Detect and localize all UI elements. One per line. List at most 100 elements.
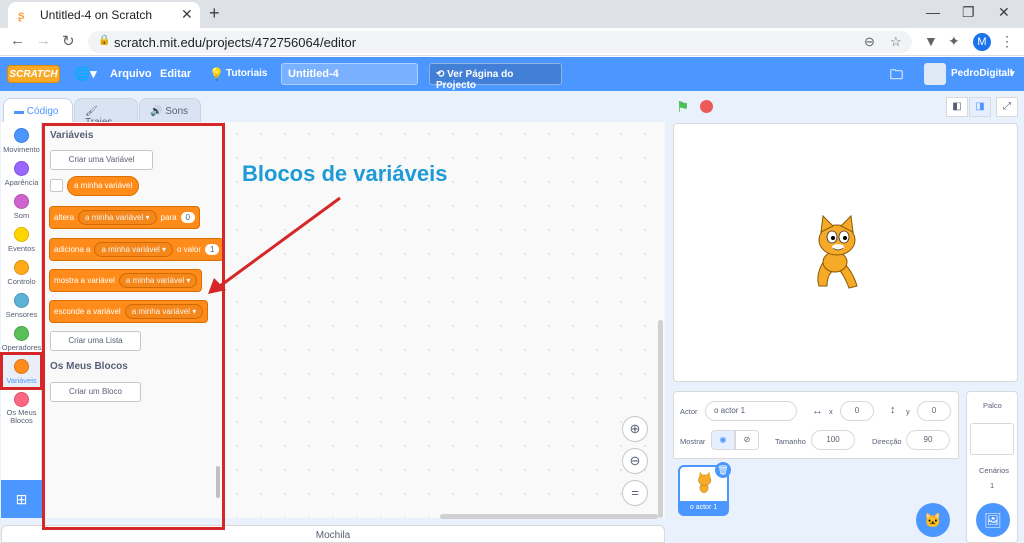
size-input[interactable]: 100 [811, 430, 855, 450]
stage[interactable] [673, 123, 1018, 382]
browser-toolbar: ← → ↻ 🔒 scratch.mit.edu/projects/4727560… [0, 28, 1024, 56]
scratch-menubar: SCRATCH 🌐▾ Arquivo Editar 💡 Tutoriais Un… [0, 57, 1024, 91]
annotation-category-highlight [0, 352, 43, 390]
browser-menu-icon[interactable]: ⋮ [1000, 33, 1014, 50]
normal-stage-icon[interactable]: ◨ [969, 97, 991, 117]
zoom-icon[interactable]: ⊖ [864, 34, 875, 50]
category-label: Sensores [5, 310, 38, 319]
stop-icon[interactable] [700, 100, 713, 113]
category-3[interactable]: Som [1, 194, 42, 220]
stage-title: Palco [983, 401, 1002, 410]
workspace-horizontal-scrollbar[interactable] [440, 514, 658, 519]
category-5[interactable]: Controlo [1, 260, 42, 286]
sprite-thumbnail-name: o actor 1 [680, 501, 727, 514]
minimize-icon[interactable]: — [926, 4, 940, 20]
menu-file[interactable]: Arquivo [110, 68, 152, 80]
zoom-reset-icon[interactable]: = [622, 480, 648, 506]
category-label: Movimento [3, 145, 40, 154]
zoom-in-icon[interactable]: ⊕ [622, 416, 648, 442]
speaker-icon: 🔊 [150, 106, 166, 117]
language-globe-icon[interactable]: 🌐▾ [74, 66, 97, 82]
y-input[interactable]: 0 [917, 401, 951, 421]
browser-tab-bar: ʂ Untitled-4 on Scratch ✕ + — ❐ ✕ [0, 0, 1024, 28]
workspace-vertical-scrollbar[interactable] [658, 320, 663, 518]
brush-icon: 🖌 [85, 106, 98, 117]
scratch-favicon-icon: ʂ [18, 8, 25, 22]
lock-icon: 🔒 [98, 35, 111, 46]
category-2[interactable]: Aparência [1, 161, 42, 187]
tab-costumes[interactable]: 🖌 Trajes [74, 98, 138, 128]
browser-tab-title: Untitled-4 on Scratch [40, 8, 153, 22]
address-bar[interactable]: 🔒 scratch.mit.edu/projects/472756064/edi… [88, 31, 912, 53]
cat-thumbnail-icon [698, 471, 712, 493]
tab-sounds[interactable]: 🔊 Sons [139, 98, 201, 124]
category-label: Som [13, 211, 30, 220]
vertical-arrows-icon: ↕ [890, 404, 896, 416]
view-project-page-button[interactable]: ⟲ Ver Página do Projecto [429, 63, 562, 91]
my-stuff-folder-icon[interactable]: 🗀 [890, 66, 903, 88]
backdrops-label: Cenários [979, 466, 1010, 475]
add-backdrop-button[interactable]: 🖼 [976, 503, 1010, 537]
browser-tab[interactable]: ʂ Untitled-4 on Scratch ✕ [8, 2, 200, 28]
bookmark-star-icon[interactable]: ☆ [890, 34, 902, 50]
category-color-dot [14, 260, 29, 275]
small-stage-icon[interactable]: ◧ [946, 97, 968, 117]
username[interactable]: PedroDigitalI [951, 68, 1013, 79]
actor-name-input[interactable]: o actor 1 [705, 401, 797, 421]
menu-edit[interactable]: Editar [160, 68, 191, 80]
category-color-dot [14, 392, 29, 407]
cat-sprite[interactable] [805, 214, 865, 294]
category-9[interactable]: Os Meus Blocos [1, 392, 42, 425]
x-input[interactable]: 0 [840, 401, 874, 421]
back-icon[interactable]: ← [10, 32, 25, 49]
category-1[interactable]: Movimento [1, 128, 42, 154]
tab-code-label: Código [26, 106, 59, 117]
scratch-logo[interactable]: SCRATCH [7, 65, 60, 83]
direction-input[interactable]: 90 [906, 430, 950, 450]
category-color-dot [14, 326, 29, 341]
direction-label: Direcção [872, 437, 902, 446]
new-tab-icon[interactable]: + [209, 3, 220, 24]
category-label: Controlo [7, 277, 36, 286]
user-avatar[interactable] [924, 63, 946, 85]
delete-sprite-icon[interactable]: 🗑 [715, 462, 731, 478]
category-color-dot [14, 227, 29, 242]
green-flag-icon[interactable]: ⚑ [676, 98, 689, 116]
category-color-dot [14, 293, 29, 308]
lightbulb-icon: 💡 [209, 67, 224, 81]
fullscreen-icon[interactable]: ⤢ [996, 97, 1018, 117]
category-label: Eventos [7, 244, 36, 253]
restore-icon[interactable]: ❐ [962, 4, 975, 21]
category-label: Aparência [4, 178, 39, 187]
window-close-icon[interactable]: ✕ [998, 4, 1010, 21]
stage-thumbnail[interactable] [970, 423, 1014, 455]
add-extension-button[interactable]: ⊞ [1, 480, 42, 518]
menu-tutorials[interactable]: Tutoriais [226, 68, 267, 79]
hide-eye-icon[interactable]: ⊘ [735, 430, 759, 450]
size-label: Tamanho [775, 437, 806, 446]
category-4[interactable]: Eventos [1, 227, 42, 253]
extension-filter-icon[interactable]: ▼ [924, 33, 938, 49]
add-sprite-button[interactable]: 🐱 [916, 503, 950, 537]
tab-code[interactable]: ▬ Código [3, 98, 73, 124]
url-text: scratch.mit.edu/projects/472756064/edito… [114, 35, 357, 50]
y-label: y [906, 407, 910, 416]
annotation-arrow [208, 196, 341, 294]
category-color-dot [14, 128, 29, 143]
backdrops-count: 1 [990, 481, 995, 490]
close-tab-icon[interactable]: ✕ [181, 6, 193, 23]
category-color-dot [14, 194, 29, 209]
category-6[interactable]: Sensores [1, 293, 42, 319]
zoom-out-icon[interactable]: ⊖ [622, 448, 648, 474]
project-title-input[interactable]: Untitled-4 [281, 63, 418, 85]
forward-icon[interactable]: → [36, 32, 51, 49]
category-7[interactable]: Operadores [1, 326, 42, 352]
view-page-label: Ver Página do Projecto [436, 69, 514, 91]
horizontal-arrows-icon: ↔ [812, 405, 823, 417]
extensions-puzzle-icon[interactable]: ✦ [948, 33, 960, 50]
reload-icon[interactable]: ↻ [62, 32, 75, 50]
browser-profile-avatar[interactable]: M [973, 33, 991, 51]
code-icon: ▬ [14, 106, 27, 117]
user-menu-chevron-icon[interactable]: ▾ [1010, 68, 1015, 79]
show-visible-eye-icon[interactable]: ◉ [711, 430, 735, 450]
